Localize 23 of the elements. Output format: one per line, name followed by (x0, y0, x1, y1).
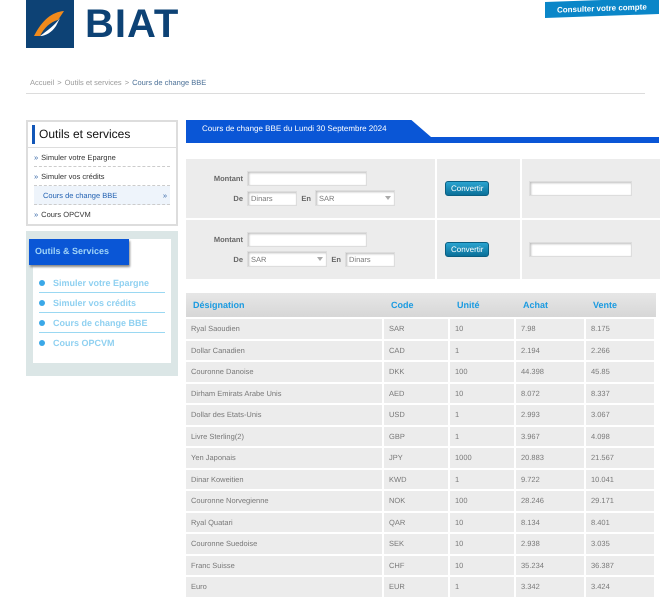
result-field[interactable] (529, 181, 632, 196)
logo-text: BIAT (85, 1, 180, 48)
column-header: Unité (450, 293, 516, 317)
sidebar-title: Outils et services (32, 125, 172, 144)
bullet-icon (39, 300, 45, 306)
caret-icon (385, 196, 391, 200)
bullet-icon (39, 280, 45, 286)
convert-button[interactable]: Convertir (445, 181, 490, 196)
amount-field[interactable] (247, 232, 367, 247)
page-tab[interactable]: Cours de change BBE du Lundi 30 Septembre 2024 (186, 120, 431, 137)
result-field[interactable] (529, 242, 632, 257)
logo-icon (26, 0, 74, 48)
caret-icon (317, 257, 323, 261)
column-header: Code (384, 293, 450, 317)
column-header: Achat (516, 293, 586, 317)
panel-title: Outils & Services (29, 239, 129, 265)
account-button[interactable]: Consulter votre compte (545, 0, 659, 18)
bullet-icon (39, 340, 45, 346)
amount-field[interactable] (247, 171, 367, 186)
bullet-icon (39, 320, 45, 326)
convert-button[interactable]: Convertir (445, 242, 490, 257)
column-header: Désignation (186, 293, 384, 317)
column-header: Vente (586, 293, 656, 317)
